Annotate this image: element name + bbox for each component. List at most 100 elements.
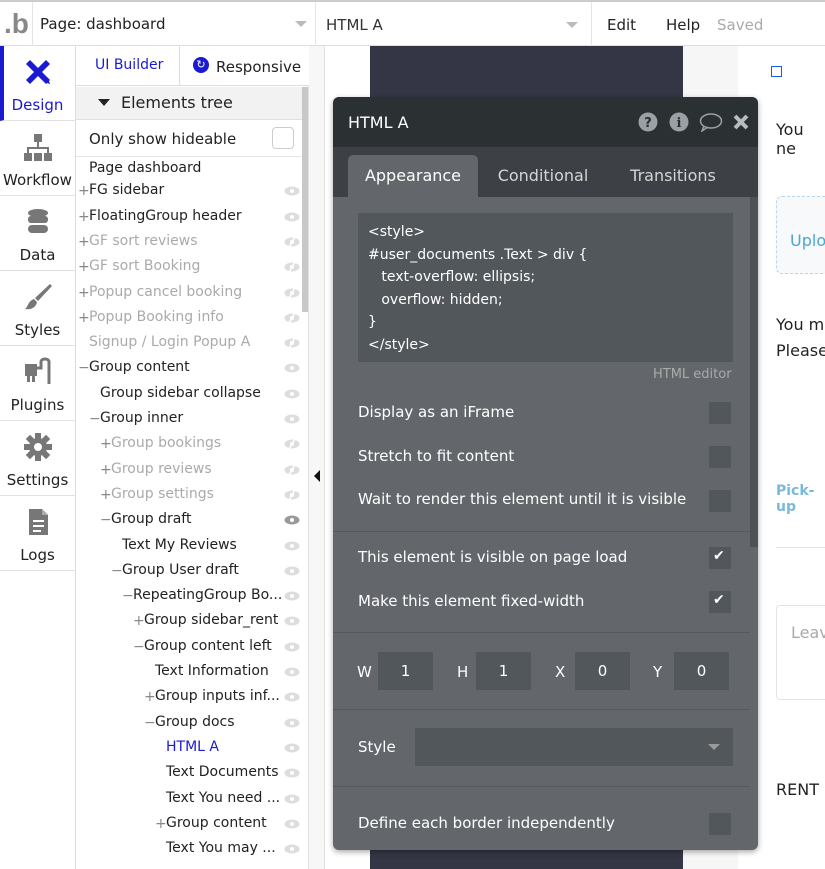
tree-item[interactable]: + GF sort Booking bbox=[76, 256, 302, 281]
eye-icon[interactable] bbox=[284, 667, 300, 677]
eye-slash-icon[interactable] bbox=[284, 312, 300, 323]
collapse-icon[interactable]: − bbox=[78, 360, 90, 376]
tree-item[interactable]: HTML A bbox=[76, 737, 302, 762]
tree-item[interactable]: − Group inner bbox=[76, 408, 302, 433]
height-input[interactable]: 1 bbox=[476, 652, 531, 690]
tab-responsive[interactable]: ↻ Responsive bbox=[180, 46, 309, 86]
eye-icon[interactable] bbox=[284, 541, 300, 551]
expand-icon[interactable]: + bbox=[78, 209, 90, 225]
tree-item[interactable]: − Group docs bbox=[76, 712, 302, 737]
only-hideable-checkbox[interactable] bbox=[272, 127, 294, 149]
help-icon[interactable]: ? bbox=[638, 112, 658, 132]
collapse-icon[interactable]: − bbox=[89, 411, 101, 427]
tab-conditional[interactable]: Conditional bbox=[483, 155, 603, 197]
collapse-icon[interactable]: − bbox=[100, 512, 112, 528]
eye-icon[interactable] bbox=[284, 819, 300, 829]
eye-icon[interactable] bbox=[284, 768, 300, 778]
expand-icon[interactable]: + bbox=[133, 613, 145, 629]
tree-item[interactable]: − Group draft bbox=[76, 509, 302, 534]
eye-icon[interactable] bbox=[284, 515, 300, 525]
tab-transitions[interactable]: Transitions bbox=[613, 155, 733, 197]
expand-icon[interactable]: + bbox=[155, 816, 167, 832]
expand-icon[interactable]: + bbox=[78, 310, 90, 326]
info-icon[interactable]: i bbox=[669, 112, 689, 132]
nav-plugins[interactable]: Plugins bbox=[0, 346, 75, 421]
eye-icon[interactable] bbox=[284, 743, 300, 753]
html-code-editor[interactable]: <style> #user_documents .Text > div { te… bbox=[358, 213, 733, 362]
tree-item[interactable]: Signup / Login Popup A bbox=[76, 332, 302, 357]
editor-header[interactable]: HTML A ? i bbox=[333, 97, 758, 147]
expand-icon[interactable]: + bbox=[78, 234, 90, 250]
tree-item[interactable]: + Group settings bbox=[76, 484, 302, 509]
window-icon[interactable] bbox=[771, 66, 782, 77]
element-selector[interactable]: HTML A bbox=[316, 2, 592, 46]
tree-item[interactable]: Page dashboard bbox=[76, 158, 302, 183]
tree-item[interactable]: Text My Reviews bbox=[76, 535, 302, 560]
y-input[interactable]: 0 bbox=[674, 652, 729, 690]
stretch-checkbox[interactable] bbox=[709, 446, 731, 468]
nav-design[interactable]: Design bbox=[0, 46, 75, 121]
tree-item[interactable]: + FloatingGroup header bbox=[76, 206, 302, 231]
eye-icon[interactable] bbox=[284, 642, 300, 652]
eye-icon[interactable] bbox=[284, 363, 300, 373]
expand-icon[interactable]: + bbox=[100, 436, 112, 452]
page-selector[interactable]: Page: dashboard bbox=[32, 2, 316, 46]
tab-appearance[interactable]: Appearance bbox=[348, 155, 478, 197]
eye-icon[interactable] bbox=[284, 844, 300, 854]
tree-item[interactable]: Text Information bbox=[76, 661, 302, 686]
fixed-width-checkbox[interactable] bbox=[709, 591, 731, 613]
tree-item[interactable]: + Group bookings bbox=[76, 433, 302, 458]
eye-icon[interactable] bbox=[284, 616, 300, 626]
tree-item[interactable]: + Group content bbox=[76, 813, 302, 838]
collapse-icon[interactable]: − bbox=[133, 639, 145, 655]
nav-workflow[interactable]: Workflow bbox=[0, 121, 75, 196]
visible-on-load-checkbox[interactable] bbox=[709, 547, 731, 569]
tree-scrollbar[interactable] bbox=[302, 87, 308, 312]
eye-icon[interactable] bbox=[284, 186, 300, 196]
tree-item[interactable]: Text You need ... bbox=[76, 788, 302, 813]
border-independent-checkbox[interactable] bbox=[709, 813, 731, 835]
tree-item[interactable]: − Group content bbox=[76, 357, 302, 382]
expand-icon[interactable]: + bbox=[144, 689, 156, 705]
eye-slash-icon[interactable] bbox=[284, 262, 300, 273]
eye-icon[interactable] bbox=[284, 718, 300, 728]
collapse-icon[interactable]: − bbox=[144, 715, 156, 731]
tree-item[interactable]: + Group sidebar_rent bbox=[76, 610, 302, 635]
eye-icon[interactable] bbox=[284, 591, 300, 601]
tree-item[interactable]: − RepeatingGroup Bo... bbox=[76, 585, 302, 610]
elements-tree-header[interactable]: Elements tree bbox=[76, 87, 303, 120]
width-input[interactable]: 1 bbox=[378, 652, 433, 690]
nav-settings[interactable]: Settings bbox=[0, 421, 75, 496]
tree-item[interactable]: + GF sort reviews bbox=[76, 231, 302, 256]
eye-slash-icon[interactable] bbox=[284, 439, 300, 450]
tree-item[interactable]: Text Documents bbox=[76, 762, 302, 787]
expand-icon[interactable]: + bbox=[100, 487, 112, 503]
tree-item[interactable]: + Popup Booking info bbox=[76, 307, 302, 332]
nav-logs[interactable]: Logs bbox=[0, 496, 75, 571]
tree-item[interactable]: + Popup cancel booking bbox=[76, 282, 302, 307]
menu-help[interactable]: Help bbox=[666, 16, 700, 34]
upload-link[interactable]: Uplo bbox=[790, 231, 825, 250]
eye-slash-icon[interactable] bbox=[284, 464, 300, 475]
eye-slash-icon[interactable] bbox=[284, 489, 300, 500]
nav-data[interactable]: Data bbox=[0, 196, 75, 271]
eye-icon[interactable] bbox=[284, 389, 300, 399]
eye-icon[interactable] bbox=[284, 566, 300, 576]
collapse-panel-arrow-icon[interactable] bbox=[314, 470, 320, 482]
tree-item[interactable]: Text You may ... bbox=[76, 838, 302, 863]
eye-icon[interactable] bbox=[284, 692, 300, 702]
tab-ui-builder[interactable]: UI Builder bbox=[76, 46, 180, 86]
iframe-checkbox[interactable] bbox=[709, 402, 731, 424]
tree-item[interactable]: + Group inputs inf... bbox=[76, 686, 302, 711]
x-input[interactable]: 0 bbox=[575, 652, 630, 690]
eye-slash-icon[interactable] bbox=[284, 236, 300, 247]
tree-item[interactable]: − Group content left bbox=[76, 636, 302, 661]
collapse-icon[interactable]: − bbox=[111, 563, 123, 579]
collapse-icon[interactable]: − bbox=[122, 588, 134, 604]
nav-styles[interactable]: Styles bbox=[0, 271, 75, 346]
close-icon[interactable] bbox=[732, 112, 750, 132]
eye-icon[interactable] bbox=[284, 794, 300, 804]
eye-slash-icon[interactable] bbox=[284, 338, 300, 349]
eye-slash-icon[interactable] bbox=[284, 287, 300, 298]
style-dropdown[interactable] bbox=[415, 728, 733, 766]
